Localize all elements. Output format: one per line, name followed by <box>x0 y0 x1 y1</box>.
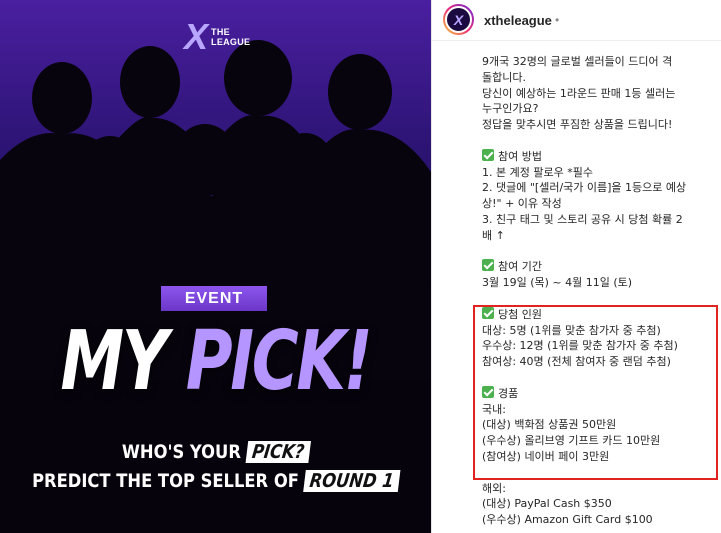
caption-line: (대상) 백화점 상품권 50만원 <box>482 418 617 432</box>
period-title-text: 참여 기간 <box>498 260 542 274</box>
event-poster-image[interactable]: X THE LEAGUE EVENT MY PICK! WHO'S YOUR P… <box>0 0 431 533</box>
caption-line: (우수상) Amazon Gift Card $100 <box>482 513 653 527</box>
domestic-label: 국내: <box>482 402 506 416</box>
tagline-2-text: PREDICT THE TOP SELLER OF <box>32 470 305 492</box>
caption-line: 참여상: 40명 (전체 참여자 중 랜덤 추첨) <box>482 355 671 369</box>
section-how-title: 참여 방법 <box>482 148 714 165</box>
caption-line: 9개국 32명의 글로벌 셀러들이 드디어 격 <box>482 55 673 68</box>
username-link[interactable]: xtheleague <box>484 13 552 28</box>
caption-line: 배 ↑ <box>482 228 505 242</box>
tagline-2-pill: ROUND 1 <box>303 470 401 492</box>
poster-headline: MY PICK! <box>47 312 383 412</box>
tagline-line-1: WHO'S YOUR PICK? <box>30 441 401 463</box>
check-icon <box>482 148 494 161</box>
check-icon <box>482 306 494 319</box>
caption-line: 돌합니다. <box>482 70 526 84</box>
tagline-1-pill: PICK? <box>245 441 311 463</box>
caption-line: 우수상: 12명 (1위를 맞춘 참가자 중 추첨) <box>482 339 678 353</box>
check-icon <box>482 385 494 398</box>
section-prizes-title: 경품 <box>482 385 714 402</box>
separator-dot: • <box>555 13 560 27</box>
caption-line: 당신이 예상하는 1라운드 판매 1등 셀러는 <box>482 86 676 100</box>
section-winners-title: 당첨 인원 <box>482 306 714 323</box>
check-icon <box>482 259 494 272</box>
caption-line: (우수상) 올리브영 기프트 카드 10만원 <box>482 434 661 448</box>
how-title-text: 참여 방법 <box>498 149 542 163</box>
caption-line: 누구인가요? <box>482 102 539 116</box>
caption-line: 정답을 맞추시면 푸짐한 상품을 드립니다! <box>482 118 673 132</box>
headline-main: MY <box>60 314 186 409</box>
avatar-x-mark: X <box>453 11 464 28</box>
section-period-title: 참여 기간 <box>482 259 714 275</box>
logo-text: THE LEAGUE <box>211 27 251 47</box>
caption-line: 1. 본 계정 팔로우 *필수 <box>482 165 593 179</box>
winners-title-text: 당첨 인원 <box>498 307 542 321</box>
logo-x-mark: X <box>184 16 208 57</box>
avatar-image: X <box>445 6 472 33</box>
post-caption: 9개국 32명의 글로벌 셀러들이 드디어 격 돌합니다. 당신이 예상하는 1… <box>482 54 714 528</box>
period-value: 3월 19일 (목) ~ 4월 11일 (토) <box>482 276 633 290</box>
post-header: X xtheleague • <box>432 0 721 41</box>
tagline-1-text: WHO'S YOUR <box>121 441 247 463</box>
the-league-logo: X THE LEAGUE <box>184 16 254 58</box>
caption-line: (참여상) 네이버 페이 3만원 <box>482 449 610 463</box>
tagline-line-2: PREDICT THE TOP SELLER OF ROUND 1 <box>30 470 401 492</box>
caption-line: 상!" + 이유 작성 <box>482 197 562 211</box>
overseas-label: 해외: <box>482 481 506 495</box>
post-panel: X xtheleague • 9개국 32명의 글로벌 셀러들이 드디어 격 돌… <box>431 0 721 533</box>
headline-accent: PICK! <box>185 314 373 409</box>
caption-line: 대상: 5명 (1위를 맞춘 참가자 중 추첨) <box>482 323 661 337</box>
caption-line: 2. 댓글에 "[셀러/국가 이름]을 1등으로 예상 <box>482 181 687 195</box>
caption-line: 3. 친구 태그 및 스토리 공유 시 당첨 확률 2 <box>482 212 683 226</box>
caption-line: (대상) PayPal Cash $350 <box>482 497 612 511</box>
avatar[interactable]: X <box>443 4 474 35</box>
prizes-title-text: 경품 <box>498 386 519 400</box>
event-badge: EVENT <box>161 286 267 311</box>
